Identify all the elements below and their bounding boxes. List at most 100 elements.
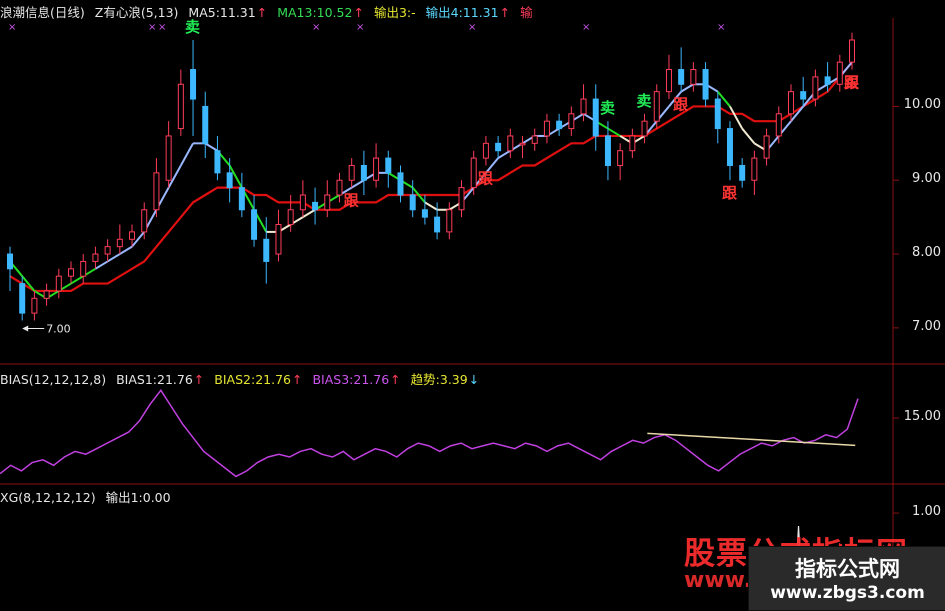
candle-body (495, 142, 502, 152)
candle-body (226, 172, 233, 189)
candle-body (458, 187, 465, 211)
candle-body (385, 157, 392, 174)
candle-body (31, 297, 38, 314)
bias3-value: BIAS3:21.76 (312, 372, 390, 387)
candle-body (263, 238, 270, 262)
candle-body (604, 135, 611, 166)
marker-x: × (158, 22, 166, 33)
candle-body (55, 275, 62, 292)
signal-buy: 跟 (844, 74, 860, 92)
candle-body (556, 120, 563, 130)
ma5-segment (497, 149, 511, 159)
watermark-box: 指标公式网 www.zbgs3.com (748, 546, 945, 611)
candle-body (849, 39, 855, 63)
candle-body (568, 113, 575, 130)
candle-body (116, 238, 123, 248)
candle-body (202, 105, 209, 144)
candle-body (836, 61, 843, 85)
out3-value: 输出3:- (373, 5, 416, 20)
candle-body (531, 135, 538, 144)
ma13-line (9, 61, 853, 293)
min-price-label: 7.00 (46, 322, 70, 335)
candle-body (726, 128, 733, 166)
candle-body (763, 135, 770, 159)
trend-value: 趋势:3.39 (410, 372, 468, 387)
candle-body (129, 231, 136, 240)
ma5-segment (351, 179, 365, 189)
candle-body (348, 164, 355, 181)
candle-body (629, 135, 636, 152)
signal-markers: 卖跟跟卖卖跟跟买跟 (185, 18, 860, 210)
ma5-segment (302, 208, 316, 218)
up-arrow-icon: ↑ (390, 372, 401, 387)
out4-value: 输出4:11.31 (425, 5, 499, 20)
ma13-value: MA13:10.52 (277, 5, 353, 20)
marker-x: × (717, 22, 725, 33)
indicator-name: Z有心浪(5,13) (94, 5, 179, 20)
ma-red-line (9, 61, 853, 293)
candle-body (238, 187, 245, 211)
y-tick-label: 15.00 (903, 409, 941, 425)
ma5-segment (741, 127, 756, 144)
candle-body (653, 91, 660, 122)
candle-body (702, 69, 709, 100)
candle-body (507, 135, 514, 152)
y-tick-label: 9.00 (912, 171, 941, 187)
candle-body (324, 194, 331, 211)
ma-fast-line (9, 61, 853, 300)
candle-body (739, 164, 746, 181)
ma5-segment (729, 105, 744, 130)
y-tick-label: 8.00 (912, 245, 941, 261)
candle-body (312, 201, 319, 211)
candle-body (787, 91, 794, 115)
candle-body (104, 246, 111, 255)
candle-body (580, 98, 587, 115)
candle-body (592, 98, 599, 137)
candle-body (812, 76, 819, 100)
signal-buy: 跟 (722, 184, 738, 202)
y-tick-label: 10.00 (903, 97, 941, 113)
ma5-segment (179, 142, 194, 166)
marker-x: × (8, 22, 16, 33)
bias-header: BIAS(12,12,12,8) BIAS1:21.76↑ BIAS2:21.76↑… (0, 369, 479, 387)
up-arrow-icon: ↑ (193, 372, 205, 387)
candle-body (7, 253, 13, 270)
stock-title: 浪潮信息(日线) (0, 5, 85, 20)
candle-body (92, 253, 99, 262)
ma5-segment (680, 83, 694, 93)
up-arrow-icon: ↑ (499, 5, 511, 20)
candle-body (299, 194, 306, 211)
candle-body (800, 91, 807, 100)
xg-name: XG(8,12,12,12) (0, 490, 96, 505)
out5-value: 输 (520, 5, 533, 20)
up-arrow-icon: ↑ (291, 372, 303, 387)
ma5-segment (94, 260, 109, 270)
candle-body (617, 150, 624, 166)
ma5-segment (424, 201, 438, 211)
candle-body (775, 113, 782, 137)
candle-body (275, 224, 282, 255)
watermark-title: 指标公式网 (795, 557, 900, 581)
candle-body (68, 268, 75, 277)
watermark-url: www.zbgs3.com (770, 583, 925, 603)
bias2-value: BIAS2:21.76 (214, 372, 291, 387)
candle-body (665, 69, 672, 93)
candle-body (409, 194, 416, 211)
candle-body (470, 157, 477, 189)
candle-body (751, 157, 758, 181)
candle-body (19, 283, 26, 314)
signal-buy: 跟 (478, 169, 494, 187)
candle-body (482, 142, 489, 159)
marker-x: × (356, 22, 364, 33)
y-tick-label: 1.00 (912, 504, 941, 520)
candle-body (519, 142, 526, 146)
up-arrow-icon: ↑ (353, 5, 364, 20)
ma5-segment (119, 245, 133, 255)
candle-body (824, 76, 831, 85)
candle-body (373, 157, 380, 181)
ma5-segment (70, 275, 84, 285)
main-header: 浪潮信息(日线) Z有心浪(5,13) MA5:11.31↑ MA13:10.52↑ 输… (0, 2, 543, 20)
chart-canvas: × × × × × × × × 7.00 卖跟跟卖卖跟跟买跟 (0, 18, 945, 609)
candle-body (336, 179, 343, 196)
y-tick-label: 7.00 (912, 318, 941, 334)
